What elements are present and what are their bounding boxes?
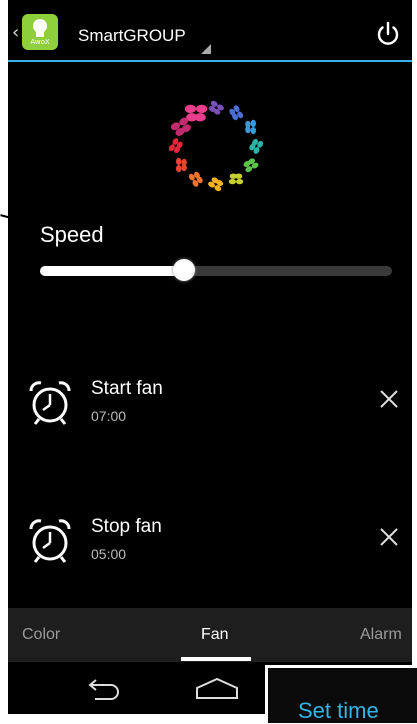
alarm-item-stop[interactable]: Stop fan 05:00	[8, 510, 412, 580]
butterfly-icon	[208, 177, 224, 192]
butterfly-icon	[245, 119, 256, 135]
app-icon-label: AwoX	[30, 38, 50, 46]
slider-thumb[interactable]	[173, 259, 195, 281]
speed-slider[interactable]	[40, 259, 392, 281]
butterfly-icon	[175, 157, 187, 173]
butterfly-icon	[249, 138, 264, 154]
nav-back-icon[interactable]	[83, 678, 123, 700]
alarm-time: 05:00	[91, 546, 127, 562]
slider-fill	[40, 266, 184, 276]
butterfly-icon	[228, 173, 244, 185]
speed-label: Speed	[40, 222, 104, 247]
butterfly-icon	[188, 171, 203, 187]
action-bar: ‹ AwoX SmartGROUP	[8, 0, 412, 60]
group-spinner-title[interactable]: SmartGROUP	[78, 26, 186, 46]
tab-bar: Color Fan Alarm	[8, 608, 412, 662]
phone-screen: ‹ AwoX SmartGROUP Speed Start fan 07:00 …	[8, 0, 412, 714]
butterfly-icon	[229, 105, 244, 121]
back-chevron-icon[interactable]: ‹	[12, 24, 19, 42]
bulb-icon	[33, 19, 47, 33]
butterfly-icon	[208, 100, 224, 115]
action-bar-divider	[8, 60, 412, 62]
set-time-button[interactable]: Set time	[265, 665, 417, 723]
butterfly-icon	[243, 158, 259, 173]
tab-alarm[interactable]: Alarm	[360, 626, 402, 644]
alarm-title: Start fan	[91, 378, 163, 399]
set-time-label: Set time	[298, 698, 379, 723]
butterfly-icon	[168, 138, 183, 154]
alarm-clock-icon	[29, 381, 71, 425]
alarm-item-start[interactable]: Start fan 07:00	[8, 372, 412, 442]
power-icon[interactable]	[374, 20, 402, 48]
close-icon[interactable]	[378, 526, 400, 548]
nav-home-icon[interactable]	[194, 676, 240, 700]
app-icon[interactable]: AwoX	[22, 14, 58, 50]
alarm-time: 07:00	[91, 408, 127, 424]
color-ring-icon	[168, 100, 264, 192]
spinner-triangle-icon[interactable]	[201, 44, 211, 54]
close-icon[interactable]	[378, 388, 400, 410]
tab-color[interactable]: Color	[22, 626, 60, 644]
alarm-title: Stop fan	[91, 516, 162, 537]
tab-fan[interactable]: Fan	[201, 626, 229, 644]
butterfly-icon	[184, 104, 208, 122]
alarm-clock-icon	[29, 519, 71, 563]
tab-indicator	[181, 657, 251, 661]
